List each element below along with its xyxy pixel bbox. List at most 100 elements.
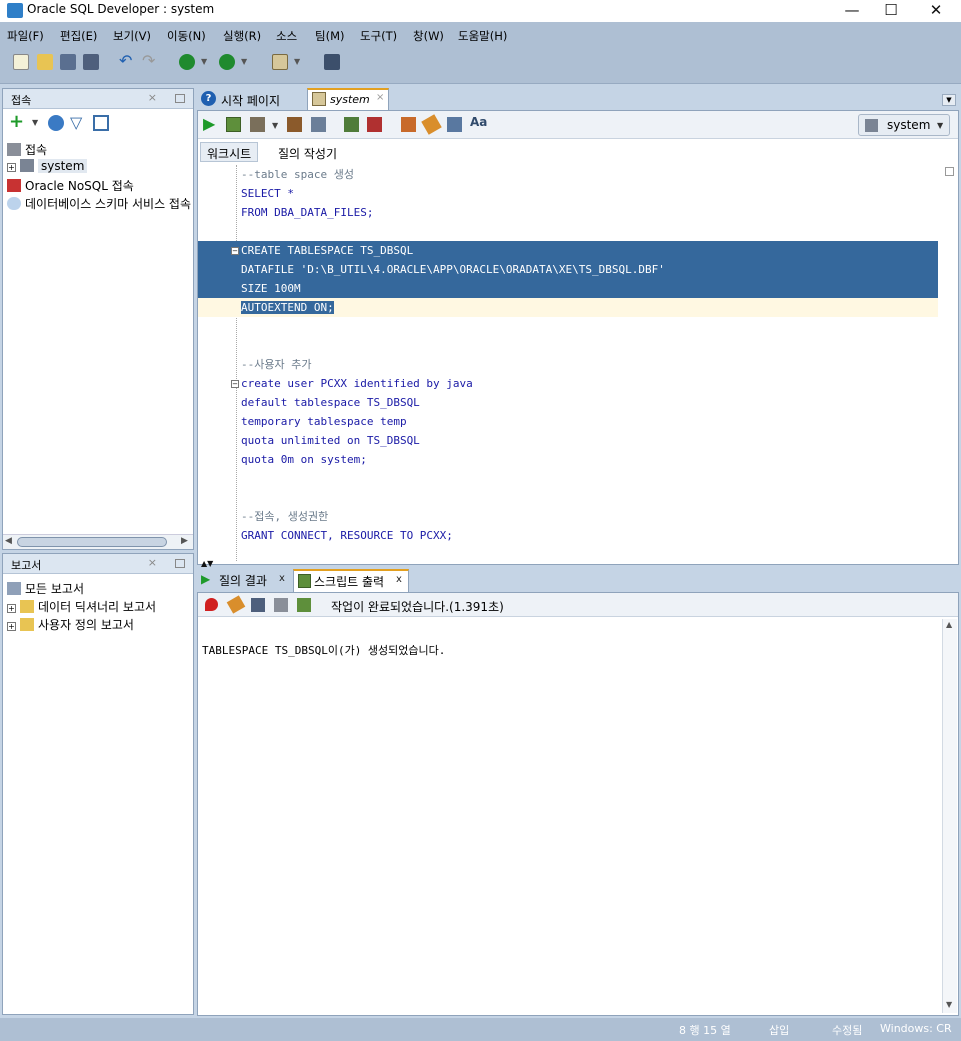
scroll-down-icon[interactable]: ▼	[946, 1000, 952, 1009]
add-connection-icon[interactable]: +	[9, 113, 24, 131]
scroll-left-icon[interactable]: ◀	[5, 536, 12, 546]
binoculars-icon[interactable]	[324, 54, 340, 70]
sql-worksheet-icon[interactable]	[272, 54, 288, 70]
scrollbar-thumb[interactable]	[17, 537, 167, 547]
tree-row-data-dictionary[interactable]: + 데이터 딕셔너리 보고서	[7, 598, 156, 615]
forward-dropdown-icon[interactable]: ▼	[241, 57, 247, 66]
script-icon[interactable]	[297, 598, 311, 612]
help-icon: ?	[201, 91, 216, 106]
schema-browser-icon[interactable]	[93, 115, 109, 131]
menu-file[interactable]: 파일(F)	[7, 28, 44, 44]
refresh-icon[interactable]	[48, 115, 64, 131]
vertical-scrollbar[interactable]	[943, 165, 957, 561]
expand-icon[interactable]: +	[7, 604, 16, 613]
maximize-button[interactable]: ☐	[868, 0, 914, 22]
app-icon	[7, 3, 23, 18]
subtab-worksheet[interactable]: 워크시트	[200, 142, 259, 162]
expand-icon[interactable]: +	[7, 163, 16, 172]
database-connection-icon	[20, 159, 34, 172]
autotrace-icon[interactable]	[311, 117, 326, 132]
back-icon[interactable]	[179, 54, 195, 70]
fold-icon[interactable]: −	[231, 380, 239, 388]
filter-icon[interactable]: ▽	[70, 113, 82, 132]
menu-source[interactable]: 소스	[276, 28, 297, 44]
close-icon[interactable]: ×	[148, 556, 157, 569]
tree-row-connections-root[interactable]: 접속	[7, 141, 47, 158]
editor-tab-strip: ? 시작 페이지 system × ▼	[197, 88, 959, 110]
menu-edit[interactable]: 편집(E)	[60, 28, 97, 44]
nosql-icon	[7, 179, 21, 192]
scroll-up-icon[interactable]: ▲	[946, 620, 952, 629]
tab-system[interactable]: system ×	[307, 88, 389, 110]
tree-label: system	[38, 159, 88, 173]
menu-help[interactable]: 도움말(H)	[458, 28, 507, 44]
horizontal-scrollbar[interactable]: ◀ ▶	[3, 534, 193, 549]
code-line-selected: DATAFILE 'D:\B_UTIL\4.ORACLE\APP\ORACLE\…	[198, 260, 938, 279]
sql-tuning-icon[interactable]	[401, 117, 416, 132]
code-editor[interactable]: --table space 생성 SELECT * FROM DBA_DATA_…	[198, 165, 943, 561]
close-icon[interactable]: ×	[148, 91, 157, 104]
output-panel: 작업이 완료되었습니다.(1.391초) TABLESPACE TS_DBSQL…	[197, 592, 959, 1016]
tree-row-system[interactable]: + system	[7, 159, 88, 173]
scroll-right-icon[interactable]: ▶	[181, 536, 188, 546]
back-dropdown-icon[interactable]: ▼	[201, 57, 207, 66]
splitter-arrows-icon[interactable]: ▲▼	[201, 559, 213, 568]
save-all-icon[interactable]	[83, 54, 99, 70]
forward-icon[interactable]	[219, 54, 235, 70]
run-statement-icon[interactable]: ▶	[203, 116, 215, 132]
line-ending: Windows: CR	[880, 1022, 952, 1035]
tab-list-dropdown-icon[interactable]: ▼	[942, 94, 956, 106]
tree-row-user-defined[interactable]: + 사용자 정의 보고서	[7, 616, 134, 633]
menu-view[interactable]: 보기(V)	[113, 28, 151, 44]
worksheet-toolbar: ▶ ▼ Aa system ▼	[198, 111, 958, 139]
close-tab-icon[interactable]: ×	[376, 92, 384, 103]
connections-panel-header: 접속 ×	[3, 89, 193, 109]
cancel-icon[interactable]	[367, 117, 382, 132]
eraser-icon[interactable]	[226, 595, 246, 614]
menu-team[interactable]: 팀(M)	[315, 28, 344, 44]
pin-icon[interactable]	[205, 598, 218, 611]
folder-icon	[20, 618, 34, 631]
tree-row-all-reports[interactable]: 모든 보고서	[7, 580, 84, 597]
print-icon[interactable]	[274, 598, 288, 612]
tab-script-output[interactable]: 스크립트 출력 x	[293, 569, 409, 592]
close-tab-icon[interactable]: x	[396, 574, 402, 585]
fold-icon[interactable]: −	[231, 247, 239, 255]
minimize-panel-icon[interactable]	[175, 94, 185, 103]
script-output-icon	[298, 574, 311, 588]
menu-tools[interactable]: 도구(T)	[360, 28, 397, 44]
connection-select[interactable]: system ▼	[858, 114, 950, 136]
explain-plan-icon[interactable]	[287, 117, 302, 132]
minimize-panel-icon[interactable]	[175, 559, 185, 568]
eraser-icon[interactable]	[421, 114, 442, 135]
run-script-icon[interactable]	[226, 117, 241, 132]
add-dropdown-icon[interactable]: ▼	[32, 118, 38, 127]
menu-run[interactable]: 실행(R)	[223, 28, 261, 44]
undo-icon[interactable]: ↶	[119, 53, 135, 70]
output-vertical-scrollbar[interactable]: ▲ ▼	[942, 619, 957, 1013]
open-folder-icon[interactable]	[37, 54, 53, 70]
new-file-icon[interactable]	[13, 54, 29, 70]
expand-icon[interactable]: +	[7, 622, 16, 631]
close-button[interactable]: ✕	[913, 0, 959, 22]
scrollbar-marker	[945, 167, 954, 176]
rollback-icon[interactable]	[344, 117, 359, 132]
reports-icon	[7, 582, 21, 595]
save-icon[interactable]	[60, 54, 76, 70]
commit-dropdown-icon[interactable]: ▼	[272, 121, 278, 130]
save-icon[interactable]	[251, 598, 265, 612]
menu-window[interactable]: 창(W)	[413, 28, 444, 44]
tree-row-nosql[interactable]: Oracle NoSQL 접속	[7, 177, 134, 194]
tab-query-result[interactable]: ▶ 질의 결과 x	[201, 572, 291, 590]
close-tab-icon[interactable]: x	[279, 573, 285, 584]
tab-start-page[interactable]: ? 시작 페이지	[199, 89, 303, 110]
tree-row-schema-service[interactable]: 데이터베이스 스키마 서비스 접속	[7, 195, 193, 212]
reports-panel-title: 보고서	[11, 559, 42, 572]
menu-navigate[interactable]: 이동(N)	[167, 28, 206, 44]
format-icon[interactable]: Aa	[470, 115, 487, 129]
sql-dropdown-icon[interactable]: ▼	[294, 57, 300, 66]
history-icon[interactable]	[447, 117, 462, 132]
subtab-query-builder[interactable]: 질의 작성기	[278, 145, 337, 162]
commit-icon[interactable]	[250, 117, 265, 132]
redo-icon[interactable]: ↷	[142, 53, 158, 70]
